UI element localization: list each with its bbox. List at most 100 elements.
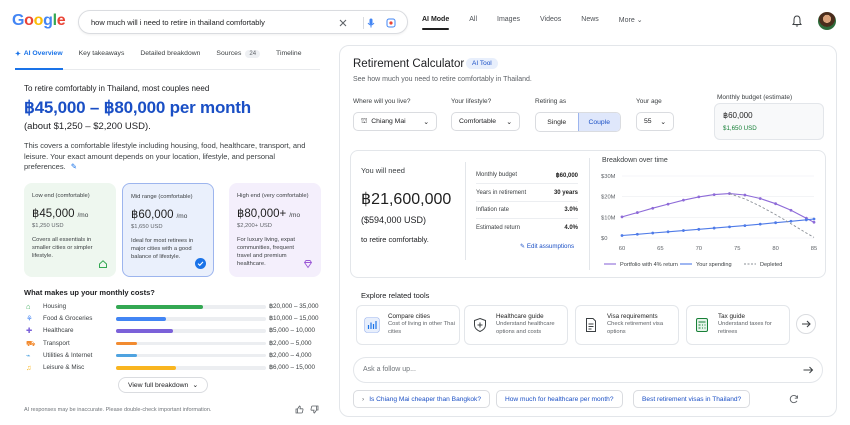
suggestion-chip-1[interactable]: › Is Chiang Mai cheaper than Bangkok? [353,390,491,408]
clear-icon[interactable] [337,17,349,29]
view-full-breakdown-button[interactable]: View full breakdown ⌄ [118,377,208,393]
city-select[interactable]: ⛫ Chiang Mai ⌄ [353,112,437,131]
cost-label: Leisure & Misc [43,364,85,371]
cost-row: ⌁ Utilities & Internet ฿2,000 – 4,000 [26,351,326,363]
tab-ai-overview[interactable]: ✦ AI Overview [15,50,63,70]
tab-videos[interactable]: Videos [540,16,561,30]
tool-card-compare-cities[interactable]: Compare cities Cost of living in other T… [356,305,460,345]
cost-label: Utilities & Internet [43,351,93,359]
search-box[interactable]: how much will i need to retire in thaila… [78,10,408,34]
tab-key-takeaways[interactable]: Key takeaways [79,50,125,69]
edit-assumptions-link[interactable]: ✎ Edit assumptions [520,243,574,250]
age-label: Your age [636,98,662,105]
tool-card-visa-requirements[interactable]: Visa requirements Check retirement visa … [575,305,679,345]
tool-description: Cost of living in other Thai cities [388,321,455,335]
bar-chart-icon [364,317,380,333]
data-point [774,202,777,206]
card-title: Mid range (comfortable) [131,194,193,200]
suggestion-text: Best retirement visas in Thailand? [642,395,742,403]
edit-pencil-icon[interactable]: ✎ [71,162,77,171]
tab-timeline[interactable]: Timeline [276,50,301,69]
costs-section-title: What makes up your monthly costs? [24,288,155,297]
tab-more[interactable]: More ⌄ [619,16,643,30]
view-full-breakdown-label: View full breakdown [127,381,189,389]
tool-card-healthcare-guide[interactable]: Healthcare guide Understand healthcare o… [464,305,568,345]
thumbs-down-icon[interactable] [310,405,319,414]
data-point [666,230,670,234]
thumbs-up-icon[interactable] [295,405,304,414]
follow-up-input[interactable] [353,357,823,383]
lifestyle-label: Your lifestyle? [451,98,492,105]
microphone-icon[interactable] [365,17,377,29]
tab-images[interactable]: Images [497,16,520,30]
calculator-subtitle: See how much you need to retire comforta… [353,76,532,83]
budget-usd: $1,650 USD [723,125,757,132]
chevron-right-icon: › [362,395,365,403]
data-point [682,229,685,232]
age-select[interactable]: 55 ⌄ [636,112,674,131]
data-point [812,220,816,224]
assumption-label: Monthly budget [476,172,518,178]
overview-description-text: This covers a comfortable lifestyle incl… [24,141,306,171]
x-tick-label: 70 [696,246,702,252]
ai-disclaimer: AI responses may be inaccurate. Please d… [24,407,212,413]
retiring-option-couple[interactable]: Couple [577,113,620,131]
overview-intro: To retire comfortably in Thailand, most … [24,84,210,93]
tool-card-tax-guide[interactable]: Tax guide Understand taxes for retirees [686,305,790,345]
budget-label: Monthly budget (estimate) [717,94,793,101]
assumption-label: Inflation rate [476,207,510,213]
checkmark-icon [195,258,206,269]
cost-bar-fill [116,366,176,370]
search-query[interactable]: how much will i need to retire in thaila… [91,18,265,27]
y-tick-label: $0 [601,236,607,242]
calculator-title: Retirement Calculator [353,58,465,70]
lens-icon[interactable] [385,17,397,29]
city-select-value: ⛫ Chiang Mai [361,117,406,126]
user-avatar[interactable] [818,12,836,30]
result-usd: ($594,000 USD) [361,215,427,225]
cost-bar-track [116,353,266,358]
card-price-value: ฿60,000 [131,209,174,221]
follow-up-placeholder[interactable]: Ask a follow up... [363,366,416,373]
x-tick-label: 60 [619,246,625,252]
overview-description: This covers a comfortable lifestyle incl… [24,141,314,173]
divider [476,200,578,202]
next-tools-button[interactable] [796,314,816,334]
assumption-row: Inflation rate 3.0% [476,207,578,217]
refresh-icon[interactable] [789,394,799,404]
lifestyle-select[interactable]: Comfortable ⌄ [451,112,520,131]
tab-detailed-breakdown[interactable]: Detailed breakdown [140,50,200,69]
logo-letter: o [24,12,34,29]
tab-ai-mode[interactable]: AI Mode [422,16,450,30]
send-arrow-icon[interactable] [802,364,814,376]
card-description: For luxury living, expat communities, fr… [237,237,295,267]
budget-card-low[interactable]: Low end (comfortable) ฿45,000/mo $1,250 … [24,183,116,277]
tab-news[interactable]: News [581,16,599,30]
legend-label: Depleted [760,262,782,268]
y-tick-label: $10M [601,215,616,221]
arrow-right-icon [802,320,811,328]
budget-card-high[interactable]: High end (very comfortable) ฿80,000+/mo … [229,183,321,277]
data-point [697,195,701,199]
google-logo[interactable]: Google [12,12,66,30]
tab-sources[interactable]: Sources 24 [216,50,261,69]
notifications-bell-icon[interactable] [790,14,804,28]
tab-all[interactable]: All [469,16,477,30]
result-amount: ฿21,600,000 [361,191,452,208]
sparkle-icon: ✦ [15,51,21,58]
y-tick-label: $30M [601,174,616,180]
cost-range: ฿2,000 – 4,000 [269,351,312,359]
chevron-down-icon: ⌄ [192,382,199,389]
data-point [743,193,747,197]
edit-assumptions-label: Edit assumptions [526,243,575,250]
cost-label: Transport [43,339,70,347]
cost-bar-track [116,329,266,333]
retiring-option-single[interactable]: Single [536,113,578,131]
budget-card-mid[interactable]: Mid range (comfortable) ฿60,000/mo $1,65… [122,183,214,277]
document-icon [583,317,599,333]
suggestion-chip-2[interactable]: How much for healthcare per month? [496,390,623,408]
sources-count-badge: 24 [245,50,261,58]
suggestion-chip-3[interactable]: Best retirement visas in Thailand? [633,390,751,408]
result-subtitle: to retire comfortably. [361,235,429,244]
diamond-icon [303,259,313,269]
